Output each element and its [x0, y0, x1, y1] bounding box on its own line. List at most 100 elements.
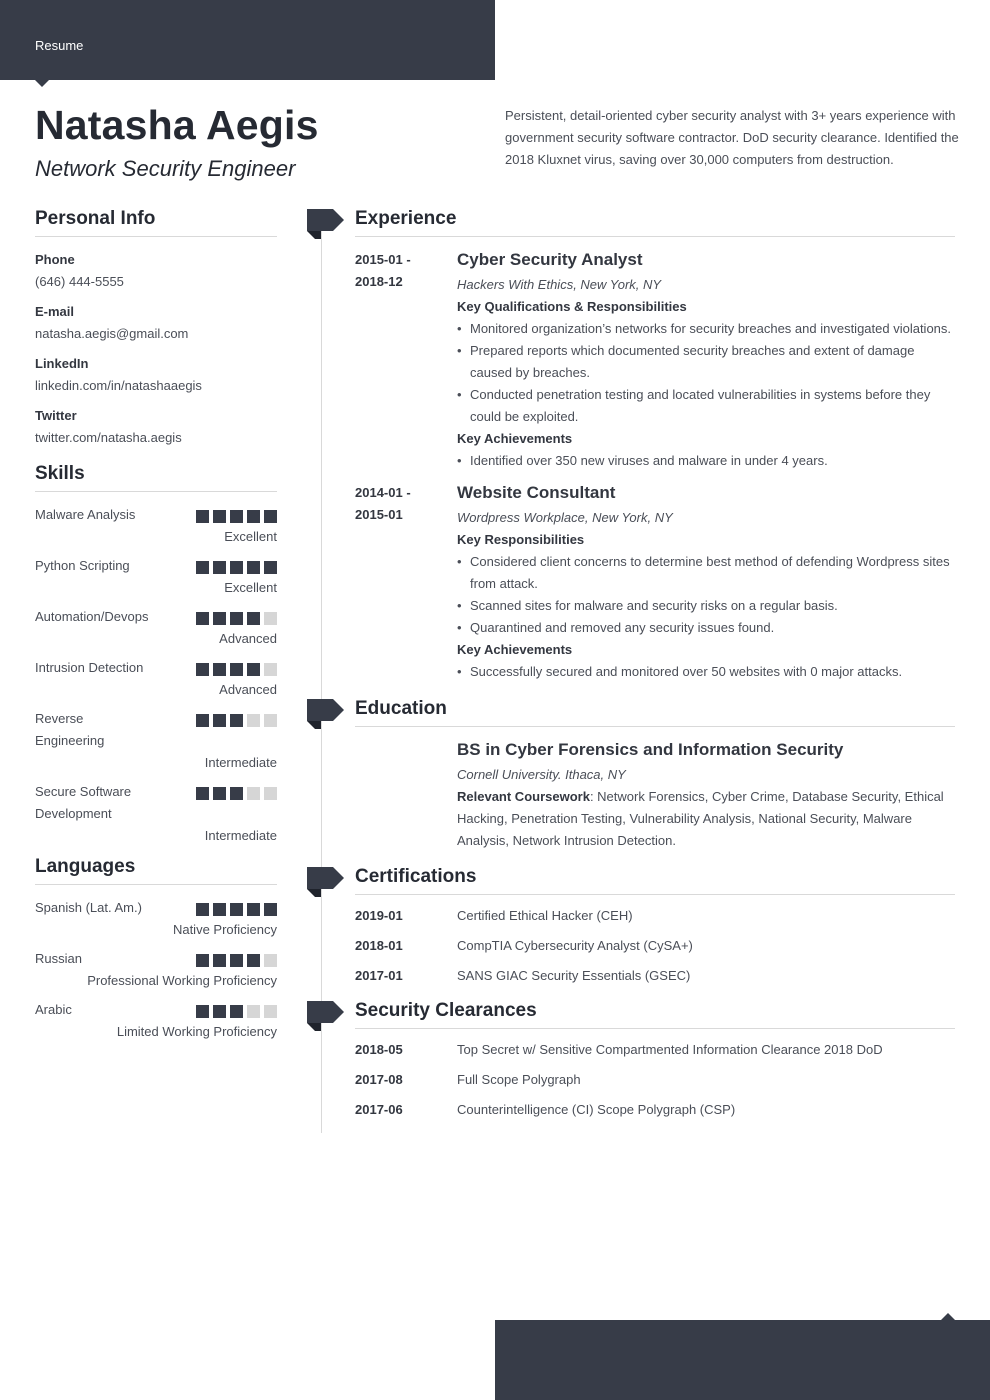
skill-item-header: Secure Software Development	[35, 781, 277, 825]
rating-dot-filled	[230, 612, 243, 625]
certification-row-date: 2019-01	[355, 908, 403, 923]
skills-section: Skills Malware Analysis Excellent Python S…	[35, 463, 277, 846]
certification-row: 2017-01 SANS GIAC Security Essentials (GS…	[355, 965, 955, 987]
rating-dots	[196, 787, 277, 800]
job-date-start: 2015-01 -	[355, 252, 411, 267]
skill-item: Reverse Engineering Intermediate	[35, 708, 277, 773]
certification-row-date: 2018-01	[355, 938, 403, 953]
skill-item-header: Malware Analysis	[35, 504, 277, 526]
rating-dot-empty	[247, 714, 260, 727]
certification-row-date: 2017-01	[355, 968, 403, 983]
job-date-end: 2015-01	[355, 507, 403, 522]
language-item-header: Russian	[35, 948, 277, 970]
document-tab-label: Resume	[35, 38, 84, 53]
job-title: Website Consultant	[457, 483, 616, 502]
job-dates: 2014-01 - 2015-01	[355, 482, 457, 683]
list-item: Conducted penetration testing and locate…	[457, 384, 955, 428]
skill-item: Intrusion Detection Advanced	[35, 657, 277, 700]
info-label: Twitter	[35, 408, 77, 423]
job-dates: 2015-01 - 2018-12	[355, 249, 457, 472]
clearance-row: 2018-05 Top Secret w/ Sensitive Compartme…	[355, 1039, 955, 1061]
education-date	[355, 739, 457, 852]
responsibilities-heading: Key Qualifications & Responsibilities	[457, 299, 687, 314]
linkedin-link[interactable]: linkedin.com/in/natashaaegis	[35, 375, 277, 397]
language-item-header: Arabic	[35, 999, 277, 1021]
rating-dot-empty	[264, 954, 277, 967]
rating-dot-filled	[230, 954, 243, 967]
certifications-section: Certifications 2019-01 Certified Ethical …	[355, 866, 955, 995]
rating-dot-filled	[247, 954, 260, 967]
skill-item-header: Reverse Engineering	[35, 708, 277, 752]
profile-summary: Persistent, detail-oriented cyber securi…	[505, 108, 959, 167]
language-item: Spanish (Lat. Am.) Native Proficiency	[35, 897, 277, 940]
coursework-label: Relevant Coursework	[457, 789, 590, 804]
rating-dot-empty	[264, 787, 277, 800]
skill-item-name: Intrusion Detection	[35, 660, 144, 675]
rating-dot-filled	[196, 1005, 209, 1018]
section-heading: Languages	[35, 856, 277, 885]
rating-dot-filled	[213, 561, 226, 574]
job-entry: 2014-01 - 2015-01 Website Consultant Wordpr…	[355, 482, 955, 683]
info-email: E-mail natasha.aegis@gmail.com	[35, 301, 277, 345]
rating-dots	[196, 1005, 277, 1018]
skill-item-name: Python Scripting	[35, 558, 130, 573]
twitter-link[interactable]: twitter.com/natasha.aegis	[35, 427, 277, 449]
rating-dot-filled	[230, 903, 243, 916]
timeline-line	[321, 230, 322, 1133]
language-item-name: Arabic	[35, 1002, 72, 1017]
rating-dot-filled	[196, 612, 209, 625]
header-bar: Resume	[0, 0, 495, 87]
skill-item-level: Advanced	[219, 682, 277, 697]
achievements-list: Identified over 350 new viruses and malw…	[457, 450, 955, 472]
section-flag-icon	[307, 867, 344, 897]
rating-dot-empty	[247, 787, 260, 800]
rating-dots	[196, 663, 277, 676]
job-title: Cyber Security Analyst	[457, 250, 643, 269]
rating-dot-filled	[213, 612, 226, 625]
clearance-row-date: 2017-08	[355, 1072, 403, 1087]
language-item-name: Spanish (Lat. Am.)	[35, 900, 142, 915]
achievements-heading: Key Achievements	[457, 431, 573, 446]
rating-dot-filled	[196, 954, 209, 967]
section-heading: Security Clearances	[355, 1000, 955, 1029]
language-item: Russian Professional Working Proficiency	[35, 948, 277, 991]
job-body: Website Consultant Wordpress Workplace, N…	[457, 482, 955, 683]
language-item-name: Russian	[35, 951, 82, 966]
rating-dot-filled	[196, 510, 209, 523]
list-item: Identified over 350 new viruses and malw…	[457, 450, 955, 472]
skill-item-name: Reverse Engineering	[35, 711, 105, 748]
rating-dot-filled	[247, 903, 260, 916]
info-twitter: Twitter twitter.com/natasha.aegis	[35, 405, 277, 449]
language-item-header: Spanish (Lat. Am.)	[35, 897, 277, 919]
email-link[interactable]: natasha.aegis@gmail.com	[35, 323, 277, 345]
info-phone: Phone (646) 444-5555	[35, 249, 277, 293]
languages-section: Languages Spanish (Lat. Am.) Native Profi…	[35, 856, 277, 1042]
certification-row: 2019-01 Certified Ethical Hacker (CEH)	[355, 905, 955, 927]
info-label: Phone	[35, 252, 75, 267]
rating-dot-filled	[264, 510, 277, 523]
language-item-level: Professional Working Proficiency	[87, 973, 277, 988]
rating-dot-filled	[230, 1005, 243, 1018]
skill-item-name: Secure Software Development	[35, 784, 132, 821]
phone-value: (646) 444-5555	[35, 274, 124, 289]
section-flag-icon	[307, 1001, 344, 1031]
rating-dot-empty	[264, 663, 277, 676]
skill-item-name: Malware Analysis	[35, 507, 136, 522]
rating-dot-filled	[213, 714, 226, 727]
rating-dot-filled	[230, 787, 243, 800]
rating-dot-filled	[247, 510, 260, 523]
rating-dot-filled	[196, 787, 209, 800]
skill-item-header: Python Scripting	[35, 555, 277, 577]
coursework: Relevant Coursework: Network Forensics, …	[457, 786, 955, 852]
list-item: Scanned sites for malware and security r…	[457, 595, 955, 617]
job-date-end: 2018-12	[355, 274, 403, 289]
rating-dot-filled	[264, 561, 277, 574]
school-name: Cornell University. Ithaca, NY	[457, 767, 626, 782]
skill-item-level: Intermediate	[204, 828, 277, 843]
skill-item-level: Advanced	[219, 631, 277, 646]
clearance-row-name: Counterintelligence (CI) Scope Polygraph…	[457, 1102, 736, 1117]
skill-item: Python Scripting Excellent	[35, 555, 277, 598]
rating-dot-empty	[264, 714, 277, 727]
list-item: Considered client concerns to determine …	[457, 551, 955, 595]
rating-dot-filled	[230, 714, 243, 727]
